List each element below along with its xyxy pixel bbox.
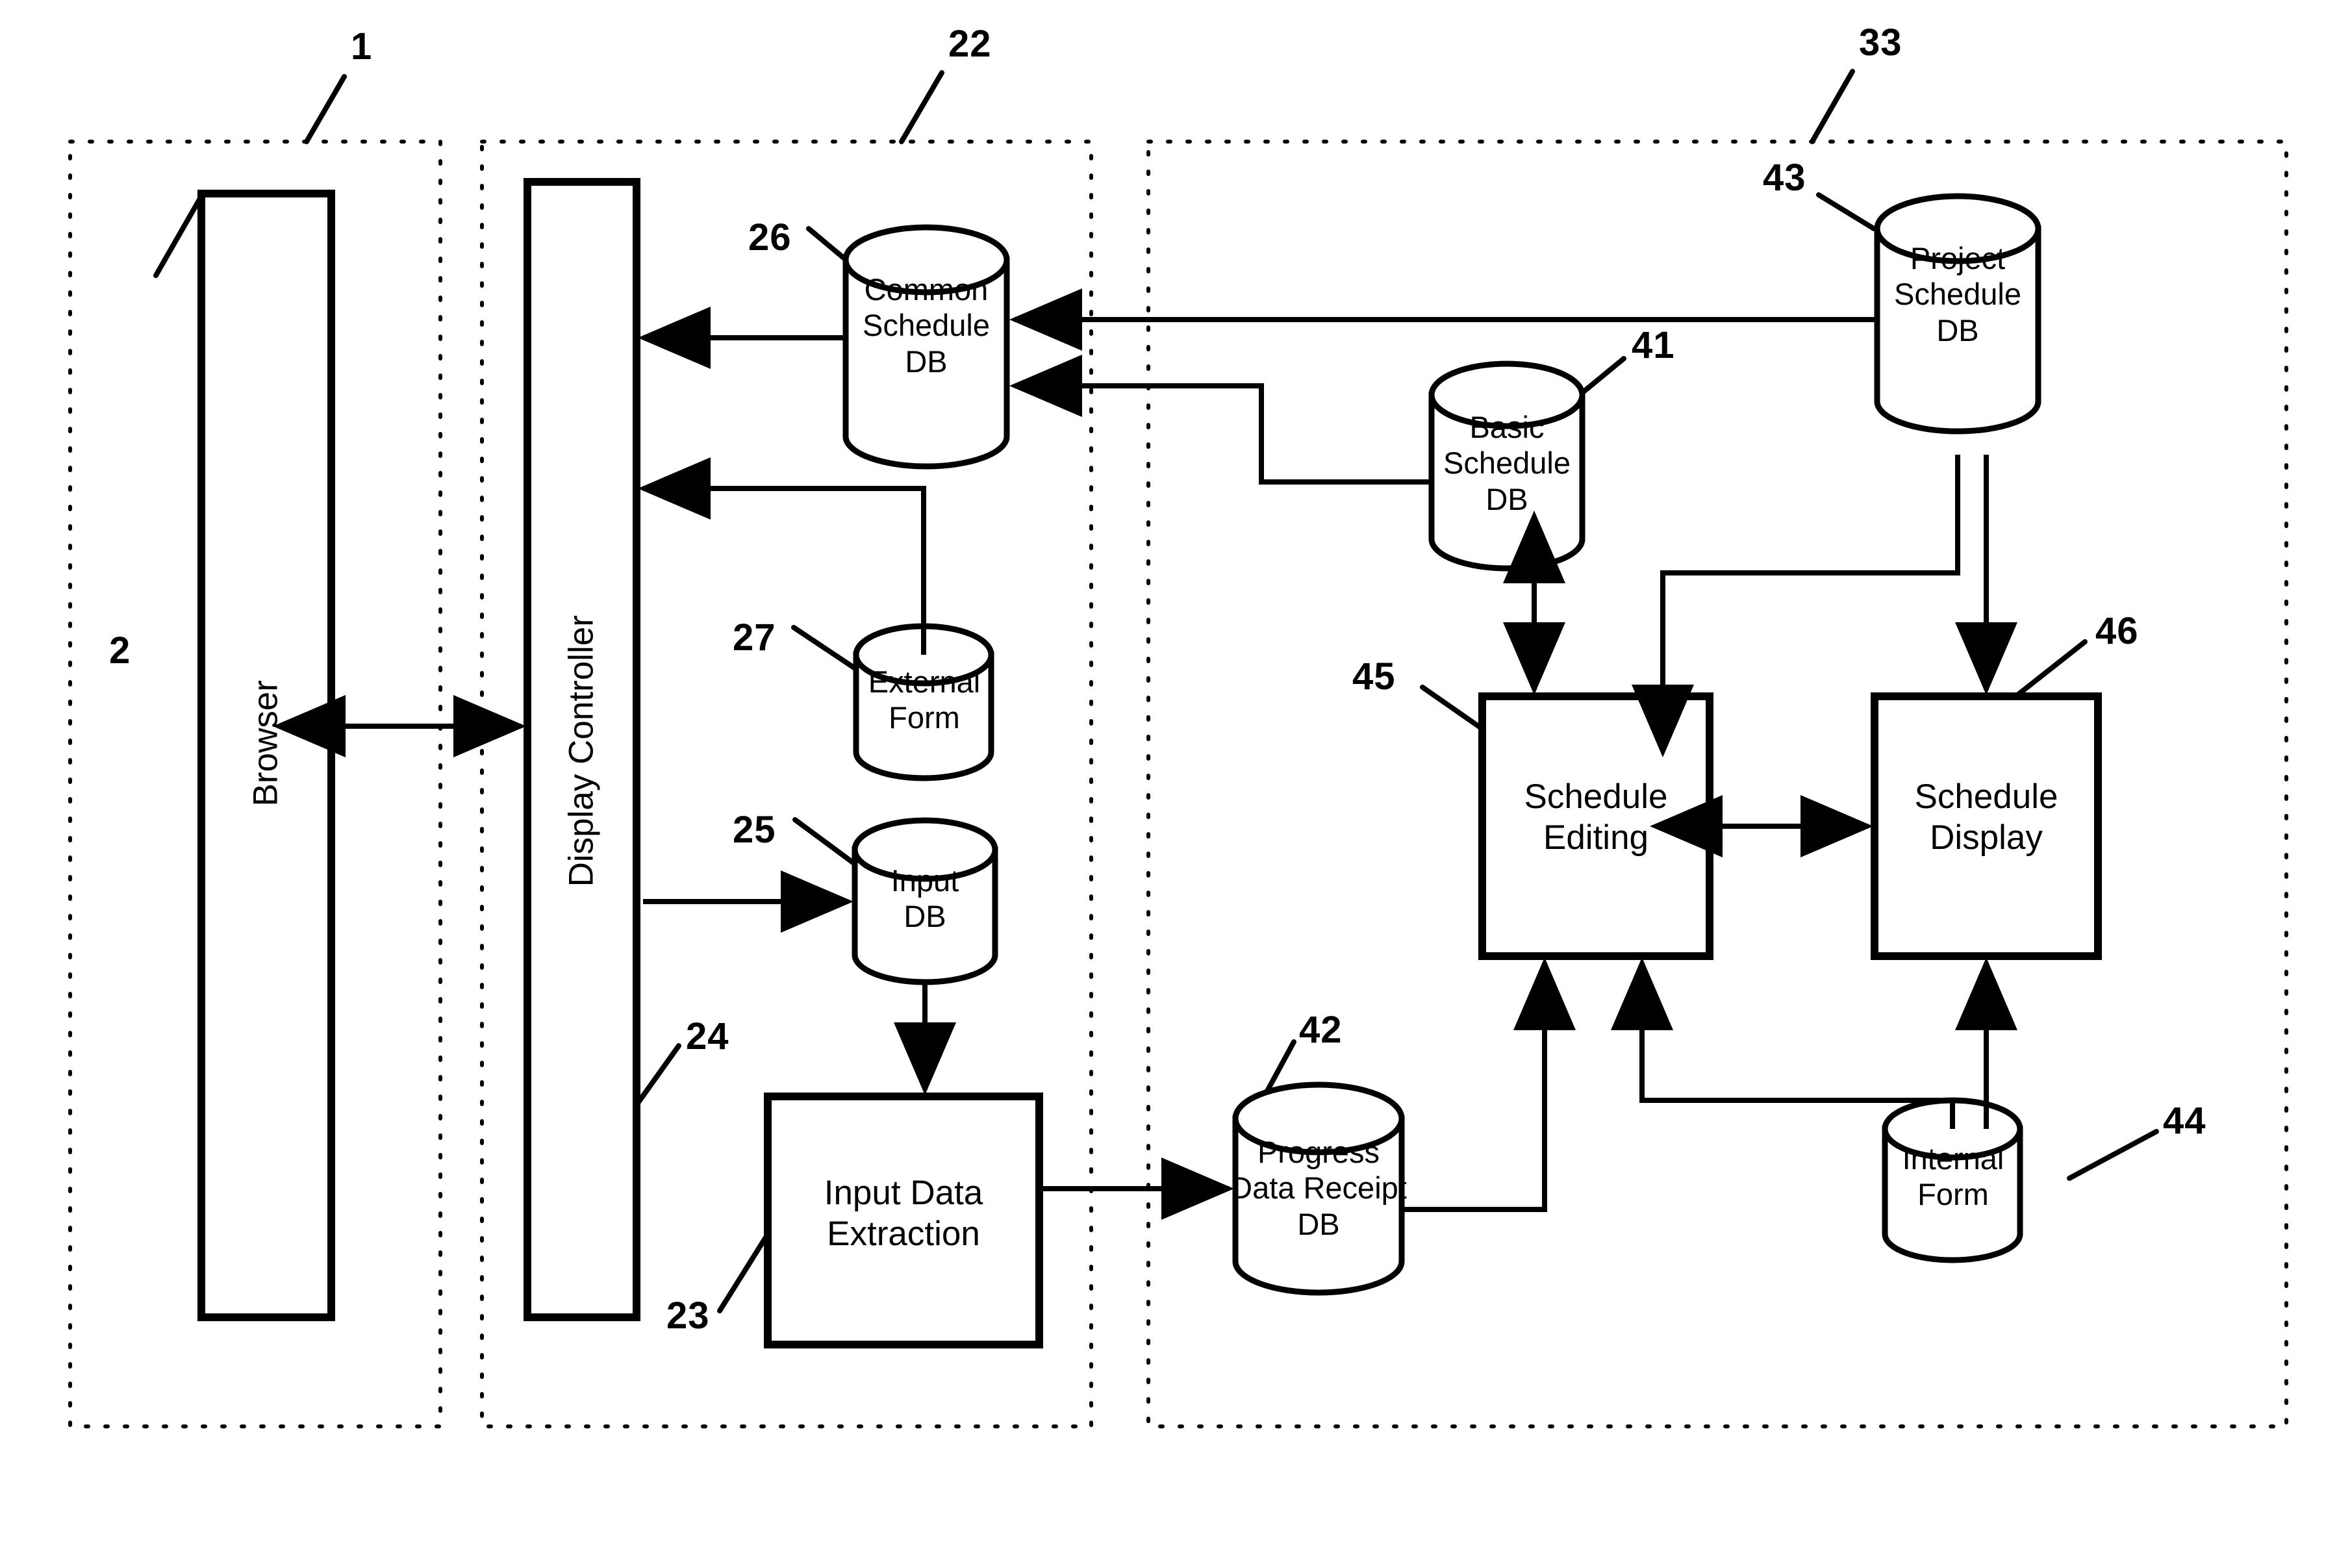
conn-schedule-editing-project-db xyxy=(1632,455,1960,757)
common-schedule-db-line3: DB xyxy=(905,344,948,379)
common-schedule-db-label: Common Schedule DB xyxy=(824,272,1029,379)
common-schedule-db-line1: Common xyxy=(864,272,989,307)
project-schedule-db-line3: DB xyxy=(1936,312,1979,348)
leader-1 xyxy=(304,74,347,144)
leader-23 xyxy=(717,1232,770,1313)
input-db-line2: DB xyxy=(903,899,946,934)
schedule-display-line2: Display xyxy=(1930,818,2043,857)
diagram-canvas: 1 22 33 2 24 23 26 27 25 42 41 43 44 45 … xyxy=(0,0,2337,1568)
project-schedule-db-line2: Schedule xyxy=(1894,277,2021,312)
leader-44 xyxy=(2067,1129,2159,1181)
progress-data-receipt-db-label: Progress Data Receipt DB xyxy=(1213,1134,1424,1242)
progress-data-receipt-db-line2: Data Receipt xyxy=(1230,1170,1407,1206)
leader-41 xyxy=(1577,356,1626,398)
internal-form-line1: Internal xyxy=(1902,1141,2004,1176)
schedule-editing-line2: Editing xyxy=(1543,818,1649,857)
leader-22 xyxy=(899,70,944,144)
browser-box xyxy=(197,190,335,1321)
leader-45 xyxy=(1420,685,1485,731)
leader-25 xyxy=(792,817,857,866)
conn-basic-db-common-db xyxy=(1009,355,1432,485)
input-db-label: Input DB xyxy=(839,863,1011,935)
basic-schedule-db-line3: DB xyxy=(1485,481,1528,516)
project-schedule-db-line1: Project xyxy=(1910,241,2006,275)
leader-46 xyxy=(2015,639,2088,698)
leader-2 xyxy=(153,194,204,278)
schedule-editing-label: Schedule Editing xyxy=(1469,777,1723,858)
leader-26 xyxy=(806,226,847,261)
input-db-line1: Input xyxy=(891,863,959,898)
external-form-label: External Form xyxy=(838,664,1011,736)
leader-33 xyxy=(1810,69,1855,144)
project-schedule-db-label: Project Schedule DB xyxy=(1855,240,2060,348)
internal-form-line2: Form xyxy=(1917,1177,1989,1212)
progress-data-receipt-db-line1: Progress xyxy=(1257,1135,1380,1169)
external-form-line2: Form xyxy=(889,700,960,735)
basic-schedule-db-label: Basic Schedule DB xyxy=(1404,409,1610,517)
leader-43 xyxy=(1816,192,1876,231)
leader-27 xyxy=(791,625,859,672)
basic-schedule-db-line2: Schedule xyxy=(1443,446,1571,481)
display-controller-box xyxy=(524,178,640,1321)
internal-form-label: Internal Form xyxy=(1867,1141,2040,1213)
input-data-extraction-line2: Extraction xyxy=(827,1214,980,1253)
common-schedule-db-line2: Schedule xyxy=(863,308,990,343)
input-data-extraction-label: Input Data Extraction xyxy=(768,1173,1039,1254)
external-form-line1: External xyxy=(868,664,981,699)
basic-schedule-db-line1: Basic xyxy=(1469,410,1545,444)
conn-internal-form-schedule-editing xyxy=(1611,957,1955,1129)
schedule-editing-line1: Schedule xyxy=(1524,778,1668,816)
schedule-display-label: Schedule Display xyxy=(1862,777,2111,858)
schedule-display-line1: Schedule xyxy=(1914,778,2058,816)
progress-data-receipt-db-line3: DB xyxy=(1297,1206,1340,1241)
input-data-extraction-line1: Input Data xyxy=(824,1174,983,1212)
